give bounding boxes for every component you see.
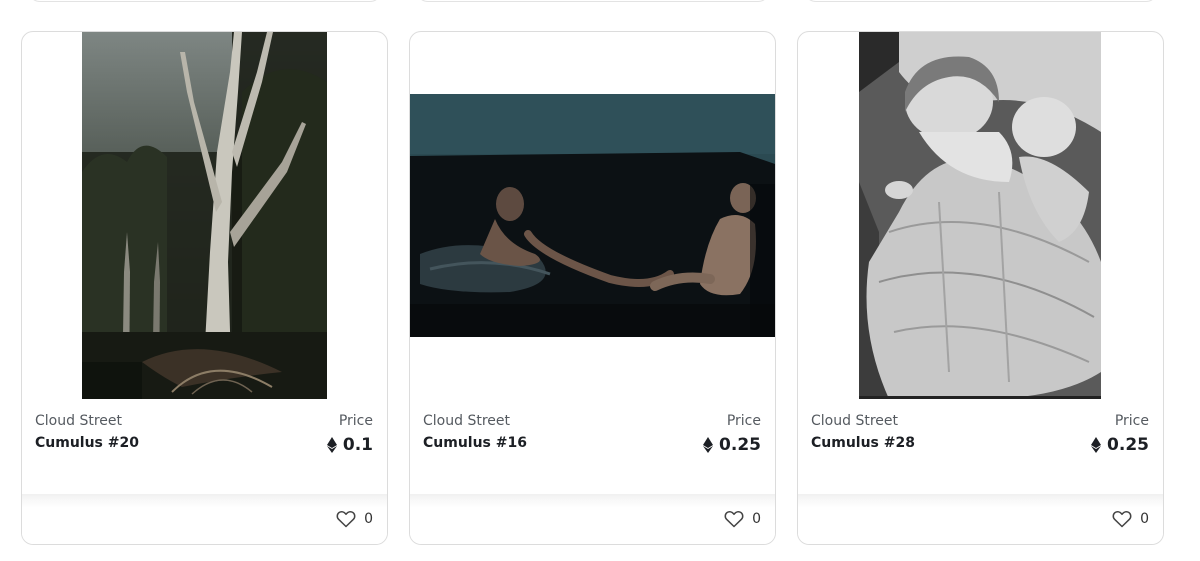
nft-image-sleeping[interactable] (859, 32, 1101, 399)
forest-photo-art (81, 32, 327, 399)
heart-outline-icon[interactable] (336, 510, 356, 528)
couch-photo-art (410, 94, 775, 337)
sleeping-photo-art (859, 32, 1101, 399)
like-button[interactable]: 0 (724, 510, 761, 528)
price-value: 0.1 (326, 435, 373, 455)
card-info: Cloud Street Cumulus #28 Price 0.25 (811, 413, 1149, 473)
token-name[interactable]: Cumulus #28 (811, 435, 915, 451)
nft-card[interactable]: Cloud Street Cumulus #16 Price 0.25 0 (409, 31, 776, 545)
card-info: Cloud Street Cumulus #20 Price 0.1 (35, 413, 373, 473)
collection-name[interactable]: Cloud Street (811, 413, 898, 429)
card-stub (804, 0, 1158, 2)
token-name[interactable]: Cumulus #16 (423, 435, 527, 451)
nft-card-grid: Cloud Street Cumulus #20 Price 0.1 0 Clo… (0, 0, 1200, 561)
price-label: Price (726, 413, 761, 429)
ethereum-icon (326, 437, 337, 453)
nft-card[interactable]: Cloud Street Cumulus #28 Price 0.25 0 (797, 31, 1164, 545)
like-count: 0 (1140, 511, 1149, 527)
price-amount: 0.25 (1107, 435, 1149, 455)
card-stub (28, 0, 382, 2)
heart-outline-icon[interactable] (724, 510, 744, 528)
heart-outline-icon[interactable] (1112, 510, 1132, 528)
card-footer: 0 (22, 494, 387, 544)
price-label: Price (1114, 413, 1149, 429)
card-stub (416, 0, 770, 2)
nft-image-forest[interactable] (81, 32, 327, 399)
collection-name[interactable]: Cloud Street (35, 413, 122, 429)
like-count: 0 (364, 511, 373, 527)
ethereum-icon (1091, 437, 1102, 453)
token-name[interactable]: Cumulus #20 (35, 435, 139, 451)
card-info: Cloud Street Cumulus #16 Price 0.25 (423, 413, 761, 473)
card-media[interactable] (22, 32, 387, 399)
collection-name[interactable]: Cloud Street (423, 413, 510, 429)
price-amount: 0.1 (342, 435, 373, 455)
price-label: Price (338, 413, 373, 429)
card-footer: 0 (798, 494, 1163, 544)
price-value: 0.25 (703, 435, 761, 455)
card-media[interactable] (798, 32, 1163, 399)
price-amount: 0.25 (719, 435, 761, 455)
like-count: 0 (752, 511, 761, 527)
like-button[interactable]: 0 (336, 510, 373, 528)
like-button[interactable]: 0 (1112, 510, 1149, 528)
price-value: 0.25 (1091, 435, 1149, 455)
ethereum-icon (703, 437, 714, 453)
card-footer: 0 (410, 494, 775, 544)
nft-image-couch[interactable] (410, 94, 775, 337)
nft-card[interactable]: Cloud Street Cumulus #20 Price 0.1 0 (21, 31, 388, 545)
card-media[interactable] (410, 32, 775, 399)
